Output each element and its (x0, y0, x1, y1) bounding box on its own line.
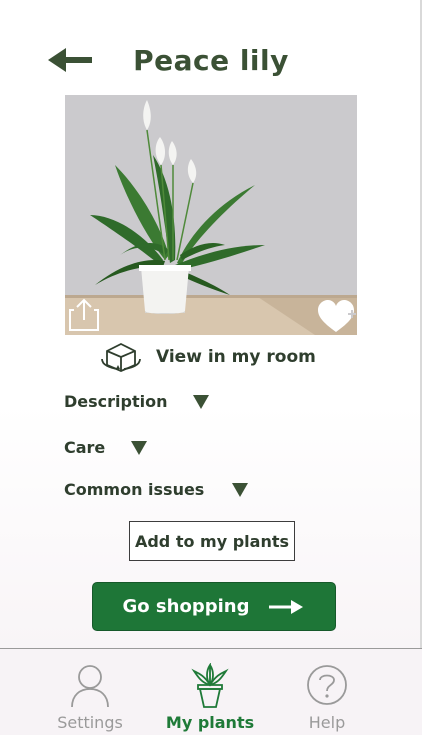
add-to-my-plants-button[interactable]: Add to my plants (129, 521, 295, 561)
add-favorite-heart-icon[interactable] (318, 300, 358, 334)
view-in-room-link[interactable]: View in my room (100, 340, 316, 374)
tab-my-plants-label: My plants (165, 713, 255, 732)
page-title: Peace lily (133, 44, 289, 77)
expand-triangle-icon (232, 482, 249, 497)
person-icon (71, 665, 109, 708)
share-icon[interactable] (68, 298, 100, 332)
description-toggle[interactable]: Description (64, 392, 210, 411)
description-label: Description (64, 392, 168, 411)
expand-triangle-icon (131, 440, 148, 455)
ar-cube-icon (101, 342, 141, 372)
plant-photo (65, 95, 357, 335)
question-icon (307, 665, 347, 705)
go-shopping-button[interactable]: Go shopping (92, 582, 336, 631)
tab-my-plants[interactable]: My plants (155, 663, 265, 732)
expand-triangle-icon (193, 394, 210, 409)
plant-detail-screen: Peace lily View in my room Description C… (0, 0, 422, 735)
tab-help-label: Help (308, 713, 346, 732)
common-issues-label: Common issues (64, 480, 205, 499)
view-in-room-label: View in my room (156, 347, 316, 367)
tab-settings[interactable]: Settings (35, 663, 145, 732)
bottom-tab-bar: Settings My plants Help (0, 648, 422, 735)
potted-plant-icon (191, 663, 229, 708)
common-issues-toggle[interactable]: Common issues (64, 480, 249, 499)
arrow-right-icon (269, 599, 304, 614)
care-label: Care (64, 438, 106, 457)
tab-help[interactable]: Help (272, 663, 382, 732)
care-toggle[interactable]: Care (64, 438, 148, 457)
go-shopping-label: Go shopping (122, 596, 250, 617)
add-to-my-plants-label: Add to my plants (134, 531, 290, 551)
tab-settings-label: Settings (57, 713, 123, 732)
